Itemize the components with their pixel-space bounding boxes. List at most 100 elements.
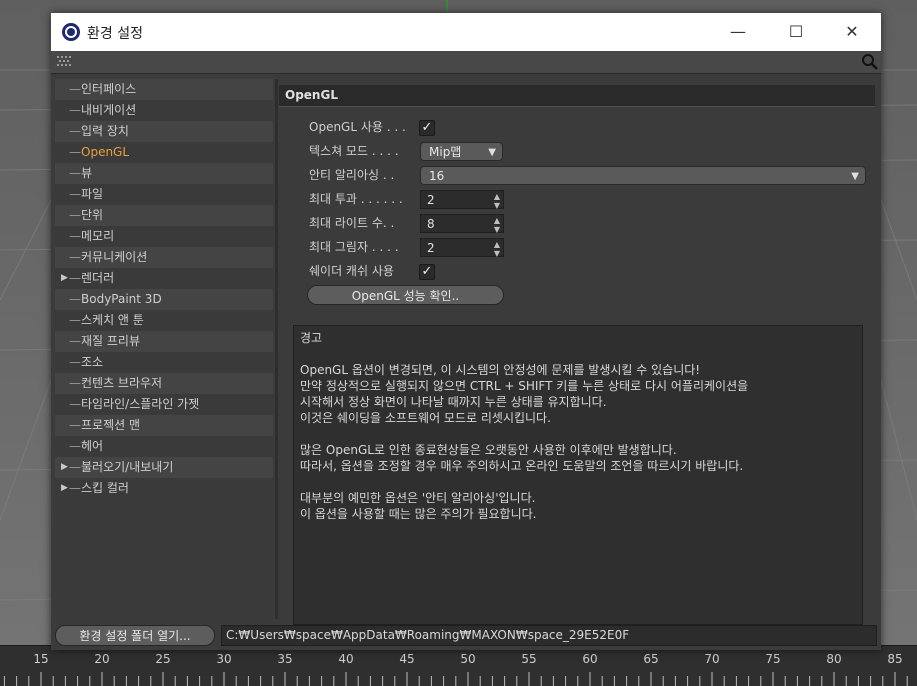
expand-arrow-icon[interactable]: ▶ — [61, 457, 68, 478]
tree-line: — — [69, 82, 81, 96]
ruler-label: 35 — [277, 652, 292, 666]
max-transparency-label: 최대 투과 . . . . . . — [309, 192, 403, 206]
grip-icon[interactable] — [57, 55, 73, 69]
nav-item[interactable]: ▶ —스킵 컬러 — [55, 478, 273, 499]
preferences-nav-tree: —인터페이스 —내비게이션 —입력 장치 —OpenGL —뷰 —파일 —단위 —메모리 —커뮤… — [55, 79, 273, 619]
nav-item[interactable]: —단위 — [55, 205, 273, 226]
ruler-ticks: 15 20 25 30 35 40 45 50 55 60 65 70 75 80 85 — [3, 652, 908, 686]
max-transparency-input[interactable]: 2 ▲ ▼ — [420, 190, 504, 210]
max-shadows-value: 2 — [427, 241, 435, 255]
ruler-label: 30 — [216, 652, 231, 666]
nav-item[interactable]: —BodyPaint 3D — [55, 289, 273, 310]
nav-item-label: 인터페이스 — [81, 82, 137, 96]
panel-title: OpenGL — [285, 88, 338, 102]
nav-item[interactable]: ▶ —불러오기/내보내기 — [55, 457, 273, 478]
max-shadows-input[interactable]: 2 ▲ ▼ — [420, 238, 504, 258]
nav-item-label: 조소 — [81, 355, 104, 369]
max-transparency-row: 최대 투과 . . . . . . 2 ▲ ▼ — [309, 189, 869, 210]
preferences-window: 환경 설정 — ☐ ✕ —인터페이스 —내비게이션 —입력 장치 —OpenGL —뷰 —… — [51, 13, 881, 650]
open-preferences-folder-button[interactable]: 환경 설정 폴더 열기... — [55, 625, 215, 646]
title-bar[interactable]: 환경 설정 — ☐ ✕ — [51, 13, 881, 51]
tree-line: — — [69, 166, 81, 180]
warning-line: 많은 OpenGL로 인한 종료현상들은 오랫동안 사용한 이후에만 발생합니다… — [300, 443, 677, 457]
nav-item[interactable]: —프로젝션 맨 — [55, 415, 273, 436]
timeline-ruler[interactable]: 15 20 25 30 35 40 45 50 55 60 65 70 75 80 85 — [0, 645, 917, 686]
anti-aliasing-row: 안티 알리아싱 . . 16 ▼ — [309, 165, 869, 186]
tree-line: — — [69, 376, 81, 390]
tree-line: — — [69, 355, 81, 369]
spinner-arrows-icon[interactable]: ▲ ▼ — [494, 191, 500, 210]
max-transparency-value: 2 — [427, 193, 435, 207]
tree-line: — — [69, 250, 81, 264]
nav-item-label: 헤어 — [81, 439, 104, 453]
spinner-arrows-icon[interactable]: ▲ ▼ — [494, 239, 500, 258]
nav-item[interactable]: —메모리 — [55, 226, 273, 247]
opengl-performance-button[interactable]: OpenGL 성능 확인.. — [307, 285, 504, 305]
nav-item[interactable]: —내비게이션 — [55, 100, 273, 121]
warning-line: 만약 정상적으로 실행되지 않으면 CTRL + SHIFT 키를 누른 상태로… — [300, 379, 749, 393]
max-shadows-row: 최대 그림자 . . . . 2 ▲ ▼ — [309, 237, 869, 258]
warning-line: 시작해서 정상 화면이 나타날 때까지 누른 상태를 유지합니다. — [300, 395, 607, 409]
anti-aliasing-value: 16 — [429, 169, 445, 183]
nav-item-label: 단위 — [81, 208, 104, 222]
max-shadows-label: 최대 그림자 . . . . — [309, 240, 399, 254]
checkmark-icon: ✓ — [421, 264, 433, 279]
texture-mode-select[interactable]: Mip맵 ▼ — [420, 142, 503, 161]
nav-item[interactable]: —파일 — [55, 184, 273, 205]
opengl-use-label: OpenGL 사용 . . . — [309, 120, 406, 134]
tree-line: — — [69, 271, 81, 285]
nav-item-label: 재질 프리뷰 — [81, 334, 141, 348]
opengl-use-checkbox[interactable]: ✓ — [419, 120, 435, 136]
opengl-use-row: OpenGL 사용 . . . ✓ — [309, 117, 869, 138]
max-lights-input[interactable]: 8 ▲ ▼ — [420, 214, 504, 234]
shader-cache-checkbox[interactable]: ✓ — [419, 264, 435, 280]
nav-item[interactable]: —컨텐츠 브라우저 — [55, 373, 273, 394]
warning-textbox[interactable]: 경고 OpenGL 옵션이 변경되면, 이 시스템의 안정성에 문제를 발생시킬… — [293, 325, 863, 625]
nav-item-label: 컨텐츠 브라우저 — [81, 376, 163, 390]
max-lights-row: 최대 라이트 수. . 8 ▲ ▼ — [309, 213, 869, 234]
nav-item[interactable]: —타임라인/스플라인 가젯 — [55, 394, 273, 415]
shader-cache-row: 쉐이더 캐쉬 사용 ✓ — [309, 261, 869, 282]
warning-line: 따라서, 옵션을 조정할 경우 매우 주의하시고 온라인 도움말의 조언을 따르… — [300, 459, 744, 473]
nav-item-label: 파일 — [81, 187, 104, 201]
tree-line: — — [69, 397, 81, 411]
preferences-path-field[interactable]: C:₩Users₩space₩AppData₩Roaming₩MAXON₩spa… — [221, 625, 877, 646]
nav-item-label: 뷰 — [81, 166, 93, 180]
search-icon[interactable] — [861, 53, 879, 71]
anti-aliasing-select[interactable]: 16 ▼ — [420, 166, 866, 185]
nav-item-label: 커뮤니케이션 — [81, 250, 148, 264]
dropdown-arrow-icon: ▼ — [851, 171, 859, 182]
nav-item[interactable]: —재질 프리뷰 — [55, 331, 273, 352]
dropdown-arrow-icon: ▼ — [488, 147, 496, 158]
nav-item[interactable]: —헤어 — [55, 436, 273, 457]
maximize-button[interactable]: ☐ — [773, 13, 819, 51]
spinner-arrows-icon[interactable]: ▲ ▼ — [494, 215, 500, 234]
ruler-label: 20 — [94, 652, 109, 666]
nav-item[interactable]: —뷰 — [55, 163, 273, 184]
nav-item[interactable]: —스케치 앤 툰 — [55, 310, 273, 331]
panel-splitter[interactable] — [275, 79, 278, 619]
panel-header: OpenGL — [279, 85, 875, 107]
nav-item[interactable]: —인터페이스 — [55, 79, 273, 100]
tree-line: — — [69, 460, 81, 474]
ruler-label: 55 — [521, 652, 536, 666]
nav-item-label: 입력 장치 — [81, 124, 129, 138]
nav-item[interactable]: —입력 장치 — [55, 121, 273, 142]
nav-item-label: 불러오기/내보내기 — [81, 460, 174, 474]
tree-line: — — [69, 103, 81, 117]
ruler-label: 75 — [765, 652, 780, 666]
nav-item[interactable]: —OpenGL — [55, 142, 273, 163]
tree-line: — — [69, 187, 81, 201]
ruler-label: 70 — [704, 652, 719, 666]
nav-item[interactable]: —커뮤니케이션 — [55, 247, 273, 268]
texture-mode-label: 텍스쳐 모드 . . . . — [309, 144, 399, 158]
close-button[interactable]: ✕ — [829, 13, 875, 51]
nav-item[interactable]: ▶ —렌더러 — [55, 268, 273, 289]
nav-item-label: OpenGL — [81, 145, 130, 159]
minimize-button[interactable]: — — [715, 13, 761, 51]
expand-arrow-icon[interactable]: ▶ — [61, 478, 68, 499]
warning-line: 이 옵션을 사용할 때는 많은 주의가 필요합니다. — [300, 507, 537, 521]
tree-line: — — [69, 334, 81, 348]
expand-arrow-icon[interactable]: ▶ — [61, 268, 68, 289]
nav-item[interactable]: —조소 — [55, 352, 273, 373]
